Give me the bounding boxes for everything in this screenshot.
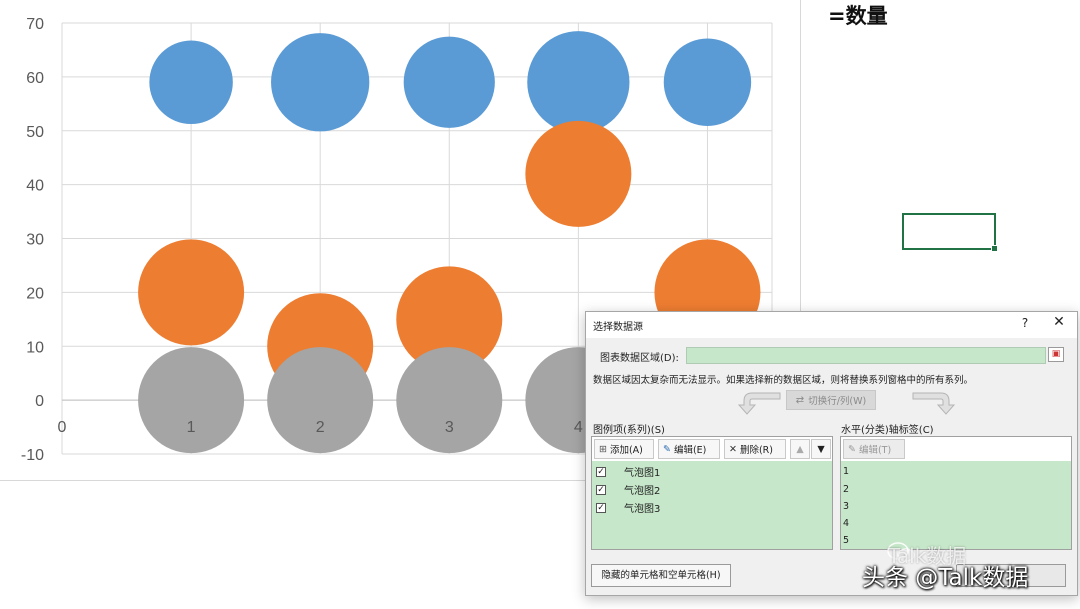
list-item[interactable]: 3 bbox=[843, 501, 849, 512]
bubble-series-2 bbox=[525, 120, 632, 227]
y-tick-label: 30 bbox=[26, 232, 44, 249]
fill-handle[interactable] bbox=[991, 245, 998, 252]
delete-icon: ✕ bbox=[729, 443, 737, 455]
edit-series-label: 编辑(E) bbox=[673, 445, 707, 456]
move-up-button[interactable]: ▲ bbox=[790, 439, 810, 459]
switch-row-column-label: 切换行/列(W) bbox=[808, 396, 867, 407]
axis-labels-panel: ✎ 编辑(T) 1 2 3 4 5 bbox=[840, 436, 1072, 550]
bubble-series-2 bbox=[138, 239, 245, 346]
selected-cell[interactable] bbox=[902, 213, 998, 252]
y-tick-label: 50 bbox=[26, 124, 44, 141]
move-down-icon: ▼ bbox=[817, 443, 825, 455]
switch-right-arrow-icon bbox=[912, 392, 956, 415]
bubble-series-1 bbox=[271, 33, 370, 132]
list-item[interactable]: ✓ 气泡图3 bbox=[592, 499, 832, 516]
switch-left-arrow-icon bbox=[737, 392, 781, 415]
chart-data-range-input[interactable] bbox=[686, 347, 1046, 364]
move-down-button[interactable]: ▼ bbox=[811, 439, 831, 459]
x-tick-label: 2 bbox=[316, 419, 325, 436]
watermark-text: 头条 @Talk数据 bbox=[862, 565, 1029, 591]
edit-icon: ✎ bbox=[848, 443, 856, 455]
edit-icon: ✎ bbox=[663, 443, 671, 455]
list-item[interactable]: ✓ 气泡图2 bbox=[592, 481, 832, 498]
y-tick-label: 40 bbox=[26, 178, 44, 195]
edit-axis-labels-button[interactable]: ✎ 编辑(T) bbox=[843, 439, 905, 459]
x-tick-label: 1 bbox=[187, 419, 196, 436]
bubble-series-3 bbox=[267, 347, 374, 454]
series-name: 气泡图2 bbox=[624, 486, 661, 497]
legend-series-label: 图例项(系列)(S) bbox=[593, 425, 665, 436]
y-tick-label: 0 bbox=[35, 393, 44, 410]
chart-data-range-label: 图表数据区域(D): bbox=[600, 353, 679, 364]
cell-formula-text: =数量 bbox=[828, 4, 888, 28]
switch-icon: ⇄ bbox=[795, 394, 805, 406]
y-tick-label: 70 bbox=[26, 16, 44, 33]
bubble-series-1 bbox=[663, 38, 752, 126]
list-item[interactable]: 4 bbox=[843, 518, 849, 529]
bubble-series-3 bbox=[396, 347, 503, 454]
series-list: ✓ 气泡图1 ✓ 气泡图2 ✓ 气泡图3 bbox=[592, 461, 832, 549]
dialog-title: 选择数据源 bbox=[593, 322, 643, 333]
series-name: 气泡图3 bbox=[624, 504, 661, 515]
x-tick-label: 0 bbox=[58, 419, 67, 436]
delete-series-label: 删除(R) bbox=[739, 445, 773, 456]
add-icon: ⊞ bbox=[599, 443, 607, 455]
y-tick-label: 60 bbox=[26, 70, 44, 87]
bubble-series-1 bbox=[527, 31, 630, 134]
series-name: 气泡图1 bbox=[624, 468, 661, 479]
series-panel: ⊞ 添加(A) ✎ 编辑(E) ✕ 删除(R) ▲ ▼ ✓ 气泡图1 ✓ 气泡图… bbox=[591, 436, 833, 550]
bubble-series-1 bbox=[149, 40, 233, 124]
x-tick-label: 3 bbox=[445, 419, 454, 436]
y-tick-label: 20 bbox=[26, 285, 44, 302]
bubble-series-3 bbox=[138, 347, 245, 454]
move-up-icon: ▲ bbox=[796, 443, 804, 455]
x-tick-label: 4 bbox=[574, 419, 583, 436]
hidden-empty-cells-button[interactable]: 隐藏的单元格和空单元格(H) bbox=[591, 564, 731, 587]
list-item[interactable]: ✓ 气泡图1 bbox=[592, 463, 832, 480]
series-checkbox[interactable]: ✓ bbox=[596, 484, 606, 495]
list-item[interactable]: 5 bbox=[843, 535, 849, 546]
series-toolbar: ⊞ 添加(A) ✎ 编辑(E) ✕ 删除(R) ▲ ▼ bbox=[592, 437, 832, 461]
close-button[interactable]: ✕ bbox=[1050, 314, 1068, 330]
add-series-button[interactable]: ⊞ 添加(A) bbox=[594, 439, 654, 459]
series-checkbox[interactable]: ✓ bbox=[596, 466, 606, 477]
y-tick-label: -10 bbox=[21, 447, 44, 464]
range-notice-text: 数据区域因太复杂而无法显示。如果选择新的数据区域，则将替换系列窗格中的所有系列。 bbox=[593, 375, 974, 386]
select-data-source-dialog: 选择数据源 ? ✕ 图表数据区域(D): ▣ 数据区域因太复杂而无法显示。如果选… bbox=[585, 311, 1078, 596]
axis-label-list: 1 2 3 4 5 bbox=[841, 461, 1071, 549]
list-item[interactable]: 2 bbox=[843, 484, 849, 495]
add-series-label: 添加(A) bbox=[609, 445, 643, 456]
switch-row-column-button[interactable]: ⇄ 切换行/列(W) bbox=[786, 390, 876, 410]
range-collapse-button[interactable]: ▣ bbox=[1048, 347, 1064, 362]
help-button[interactable]: ? bbox=[1018, 316, 1032, 330]
list-item[interactable]: 1 bbox=[843, 466, 849, 477]
delete-series-button[interactable]: ✕ 删除(R) bbox=[724, 439, 786, 459]
edit-axis-label: 编辑(T) bbox=[858, 445, 892, 456]
category-axis-label: 水平(分类)轴标签(C) bbox=[841, 425, 934, 436]
series-checkbox[interactable]: ✓ bbox=[596, 502, 606, 513]
collapse-dialog-icon: ▣ bbox=[1051, 349, 1061, 359]
y-tick-label: 10 bbox=[26, 339, 44, 356]
edit-series-button[interactable]: ✎ 编辑(E) bbox=[658, 439, 720, 459]
dialog-titlebar: 选择数据源 ? ✕ bbox=[586, 312, 1077, 338]
bubble-series-1 bbox=[403, 36, 495, 128]
